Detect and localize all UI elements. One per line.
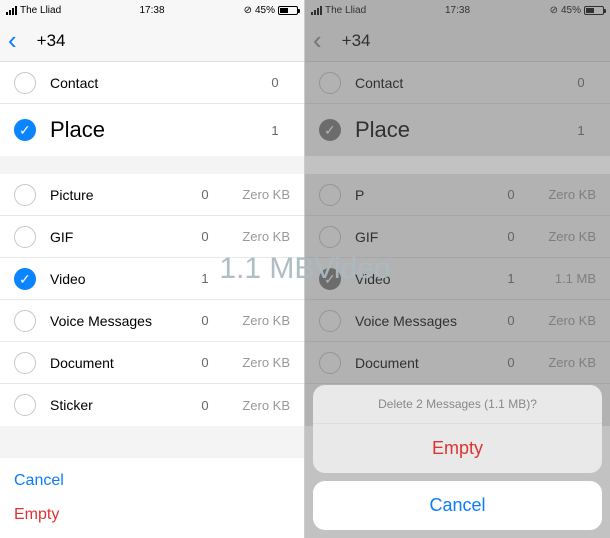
row-count: 0: [566, 75, 596, 90]
radio-unchecked[interactable]: [319, 184, 341, 206]
radio-unchecked[interactable]: [14, 184, 36, 206]
row-count: 0: [260, 75, 290, 90]
row-label: GIF: [50, 229, 190, 245]
row-label: GIF: [355, 229, 496, 245]
row-label: Document: [355, 355, 496, 371]
row-label: Voice Messages: [50, 313, 190, 329]
row-media[interactable]: Video11.1 MB: [305, 258, 610, 300]
row-place[interactable]: Place 1: [0, 104, 304, 156]
row-size: Zero KB: [220, 313, 290, 328]
sheet-cancel-button[interactable]: Cancel: [313, 481, 602, 530]
alarm-icon: ⊘: [550, 5, 558, 16]
row-media[interactable]: Sticker0Zero KB: [0, 384, 304, 426]
row-media[interactable]: GIF0Zero KB: [305, 216, 610, 258]
row-label: Sticker: [50, 397, 190, 413]
row-count: 1: [496, 271, 526, 286]
carrier-label: The Lliad: [20, 5, 61, 16]
battery-pct: 45%: [255, 5, 275, 16]
action-sheet: Delete 2 Messages (1.1 MB)? Empty Cancel: [305, 377, 610, 538]
row-count: 0: [190, 187, 220, 202]
row-label: Contact: [355, 75, 566, 91]
row-media[interactable]: Voice Messages0Zero KB: [0, 300, 304, 342]
radio-checked[interactable]: [14, 119, 36, 141]
page-title: +34: [342, 31, 371, 51]
row-size: Zero KB: [526, 229, 596, 244]
radio-unchecked[interactable]: [14, 226, 36, 248]
radio-unchecked[interactable]: [14, 72, 36, 94]
row-media[interactable]: Voice Messages0Zero KB: [305, 300, 610, 342]
radio-unchecked[interactable]: [319, 226, 341, 248]
alarm-icon: ⊘: [244, 5, 252, 16]
footer-bar: Cancel Empty: [0, 458, 304, 538]
cancel-button[interactable]: Cancel: [14, 464, 290, 498]
row-size: Zero KB: [220, 398, 290, 413]
signal-icon: [6, 6, 17, 15]
signal-icon: [311, 6, 322, 15]
battery-pct: 45%: [561, 5, 581, 16]
clock-label: 17:38: [445, 5, 470, 16]
clock-label: 17:38: [139, 5, 164, 16]
nav-header: ‹ +34: [305, 20, 610, 62]
sheet-empty-button[interactable]: Empty: [313, 424, 602, 473]
status-bar: The Lliad 17:38 ⊘45%: [0, 0, 304, 20]
row-label: P: [355, 187, 496, 203]
radio-unchecked[interactable]: [14, 394, 36, 416]
row-count: 1: [260, 123, 290, 138]
row-count: 0: [496, 187, 526, 202]
row-label: Picture: [50, 187, 190, 203]
row-label: Video: [355, 271, 496, 287]
row-place[interactable]: Place 1: [305, 104, 610, 156]
row-count: 1: [566, 123, 596, 138]
row-label: Video: [50, 271, 190, 287]
back-icon[interactable]: ‹: [313, 25, 322, 56]
row-label: Voice Messages: [355, 313, 496, 329]
row-count: 0: [496, 229, 526, 244]
row-count: 0: [190, 229, 220, 244]
page-title: +34: [37, 31, 66, 51]
radio-unchecked[interactable]: [319, 310, 341, 332]
row-contact[interactable]: Contact 0: [305, 62, 610, 104]
row-media[interactable]: Video1: [0, 258, 304, 300]
radio-unchecked[interactable]: [14, 352, 36, 374]
radio-checked[interactable]: [319, 268, 341, 290]
row-media[interactable]: Picture0Zero KB: [0, 174, 304, 216]
row-count: 0: [190, 313, 220, 328]
radio-unchecked[interactable]: [319, 352, 341, 374]
status-bar: The Lliad 17:38 ⊘45%: [305, 0, 610, 20]
battery-icon: [278, 6, 298, 15]
row-media[interactable]: P0Zero KB: [305, 174, 610, 216]
row-media[interactable]: GIF0Zero KB: [0, 216, 304, 258]
carrier-label: The Lliad: [325, 5, 366, 16]
radio-unchecked[interactable]: [14, 310, 36, 332]
radio-checked[interactable]: [14, 268, 36, 290]
battery-icon: [584, 6, 604, 15]
row-label: Contact: [50, 75, 260, 91]
row-label: Place: [355, 117, 566, 143]
row-contact[interactable]: Contact 0: [0, 62, 304, 104]
nav-header: ‹ +34: [0, 20, 304, 62]
row-size: Zero KB: [526, 355, 596, 370]
row-size: Zero KB: [526, 187, 596, 202]
row-media[interactable]: Document0Zero KB: [0, 342, 304, 384]
row-label: Place: [50, 117, 260, 143]
radio-checked[interactable]: [319, 119, 341, 141]
row-count: 1: [190, 271, 220, 286]
row-count: 0: [190, 355, 220, 370]
empty-button[interactable]: Empty: [14, 498, 290, 532]
back-icon[interactable]: ‹: [8, 25, 17, 56]
row-size: Zero KB: [220, 187, 290, 202]
row-size: 1.1 MB: [526, 271, 596, 286]
row-count: 0: [190, 398, 220, 413]
row-count: 0: [496, 313, 526, 328]
row-count: 0: [496, 355, 526, 370]
sheet-title: Delete 2 Messages (1.1 MB)?: [313, 385, 602, 424]
row-label: Document: [50, 355, 190, 371]
row-size: Zero KB: [220, 355, 290, 370]
row-size: Zero KB: [220, 229, 290, 244]
row-size: Zero KB: [526, 313, 596, 328]
radio-unchecked[interactable]: [319, 72, 341, 94]
